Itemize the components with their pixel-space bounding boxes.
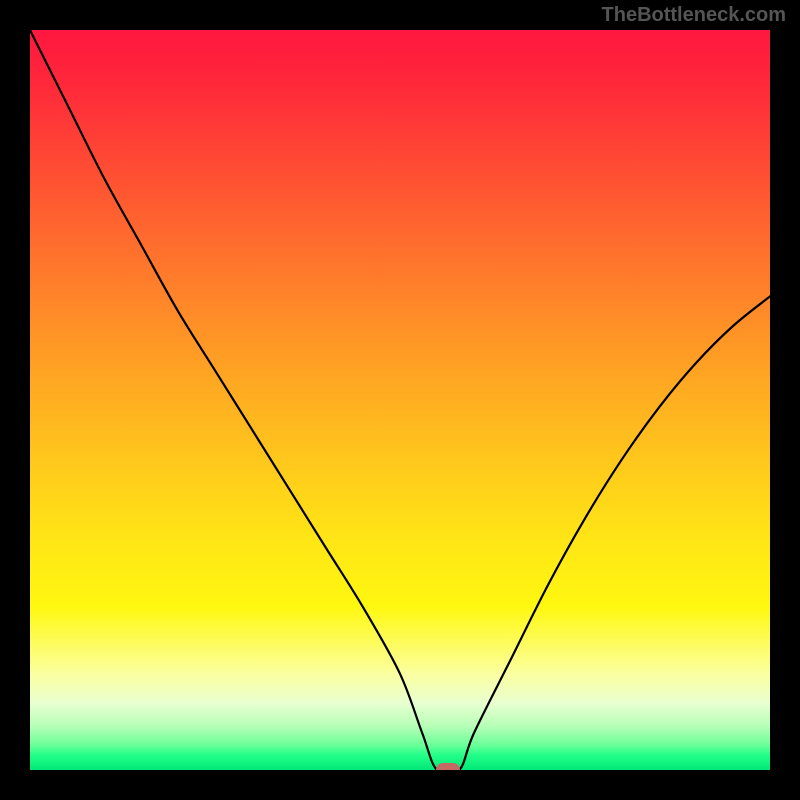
plot-area — [30, 30, 770, 770]
chart-container: TheBottleneck.com — [0, 0, 800, 800]
watermark-text: TheBottleneck.com — [602, 4, 786, 27]
minimum-marker — [436, 763, 460, 770]
curve-svg — [30, 30, 770, 770]
bottleneck-curve — [30, 30, 770, 770]
